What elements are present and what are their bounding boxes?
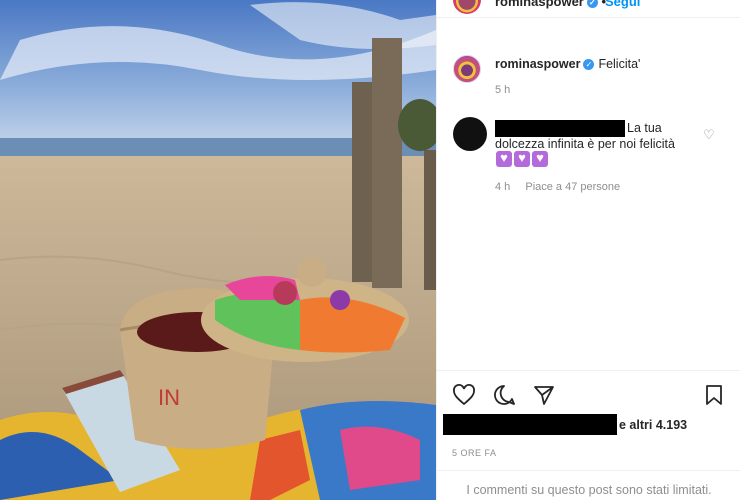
more-icon[interactable]: •••	[703, 0, 723, 8]
purple-heart-icon	[514, 150, 530, 167]
verified-icon: ✓	[586, 0, 598, 8]
follow-button[interactable]: Segui	[605, 0, 640, 9]
post-timestamp[interactable]: 5 ORE FA	[452, 448, 497, 458]
comment-time[interactable]: 4 h	[495, 181, 510, 193]
comment-icon[interactable]	[492, 383, 518, 407]
caption-username[interactable]: rominaspower	[495, 57, 580, 71]
action-bar	[437, 370, 740, 420]
verified-icon: ✓	[583, 59, 595, 70]
caption-author-avatar[interactable]	[453, 55, 481, 83]
post-header: rominaspower✓ • Segui •••	[437, 0, 740, 18]
comment-emoji	[496, 150, 550, 167]
purple-heart-icon	[532, 150, 548, 167]
heart-icon[interactable]	[452, 383, 478, 407]
comment-likes[interactable]: Piace a 47 persone	[525, 181, 620, 193]
commenter-avatar[interactable]	[453, 117, 487, 151]
redacted-likers	[443, 414, 617, 435]
caption: rominaspower ✓ Felicita'	[495, 57, 640, 71]
basket-lettering: IN	[158, 385, 180, 410]
comment-like-icon[interactable]: ♡	[703, 127, 715, 143]
author-avatar[interactable]	[453, 0, 481, 14]
caption-time[interactable]: 5 h	[495, 84, 510, 96]
comment-meta: 4 h Piace a 47 persone	[495, 181, 620, 193]
likes-count[interactable]: e altri 4.193	[619, 418, 687, 432]
share-icon[interactable]	[532, 383, 558, 407]
likes-summary: e altri 4.193	[437, 414, 740, 436]
redacted-username	[495, 120, 625, 137]
post-sidebar: rominaspower✓ • Segui ••• rominaspower✓F…	[436, 0, 740, 500]
caption-text: Felicita'	[598, 57, 641, 71]
beach-photo-illustration: IN	[0, 0, 436, 500]
post-photo[interactable]: IN	[0, 0, 436, 500]
author-username[interactable]: rominaspower ✓ •	[495, 0, 606, 9]
comments-limited-notice: I commenti su questo post sono stati lim…	[437, 470, 740, 500]
purple-heart-icon	[496, 150, 512, 167]
bookmark-icon[interactable]	[702, 383, 728, 407]
